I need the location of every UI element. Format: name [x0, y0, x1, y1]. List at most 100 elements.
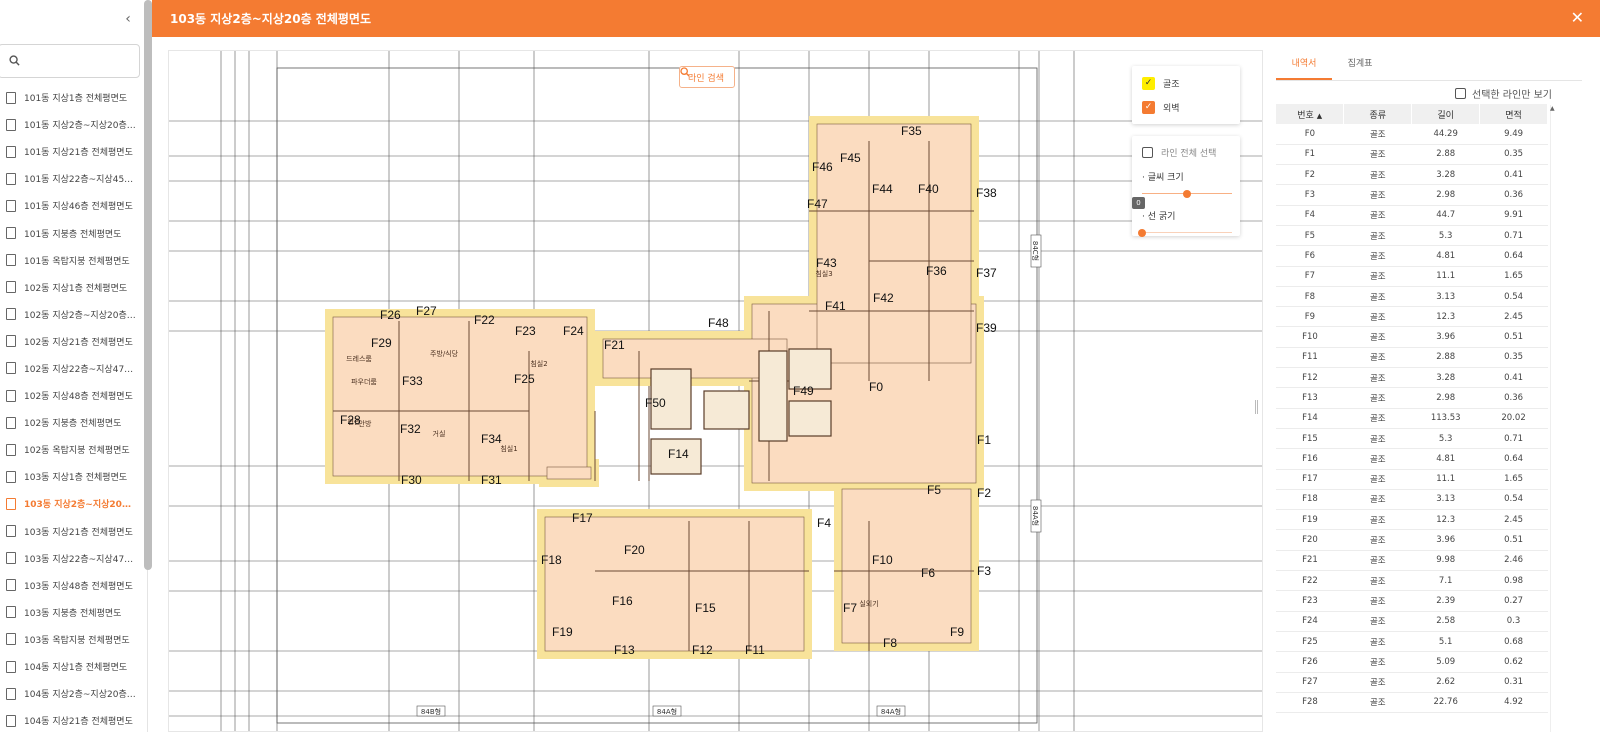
document-icon	[6, 497, 16, 510]
sidebar-item[interactable]: 101동 지상1층 전체평면도	[0, 84, 147, 111]
table-row[interactable]: F19 골조 12.3 2.45	[1276, 509, 1548, 531]
sidebar-item[interactable]: 102동 지상48층 전체평면도	[0, 382, 147, 409]
checkbox[interactable]	[1142, 146, 1153, 158]
sort-asc-icon[interactable]: ▲	[1317, 112, 1322, 120]
sidebar-item[interactable]: 103동 지상48층 전체평면도	[0, 572, 147, 599]
sidebar-item-label: 101동 지상1층 전체평면도	[24, 94, 128, 105]
sidebar-item[interactable]: 102동 옥탑지붕 전체평면도	[0, 436, 147, 463]
line-search-button[interactable]: 라인 검색	[679, 66, 735, 88]
search-input[interactable]	[27, 51, 133, 71]
line-width-slider[interactable]	[1138, 228, 1232, 238]
column-header-length[interactable]: 길이	[1411, 104, 1481, 124]
only-selected-toggle[interactable]: 선택한 라인만 보기	[1455, 86, 1552, 101]
table-row[interactable]: F7 골조 11.1 1.65	[1276, 266, 1548, 287]
sidebar-item[interactable]: 101동 옥탑지붕 전체평면도	[0, 247, 147, 274]
sidebar-item[interactable]: 103동 지상22층~지상47층 전체평면도	[0, 545, 147, 572]
legend-frame[interactable]: ✓ 골조	[1132, 71, 1240, 95]
core-shaft	[758, 350, 788, 442]
table-row[interactable]: F22 골조 7.1 0.98	[1276, 570, 1548, 592]
sidebar-item[interactable]: 102동 지붕층 전체평면도	[0, 409, 147, 436]
sidebar-item[interactable]: 103동 지상1층 전체평면도	[0, 463, 147, 490]
table-row[interactable]: F14 골조 113.53 20.02	[1276, 408, 1548, 429]
sidebar-item[interactable]: 101동 지상22층~지상45층 전체평면도	[0, 165, 147, 192]
table-row[interactable]: F10 골조 3.96 0.51	[1276, 326, 1548, 348]
table-row[interactable]: F26 골조 5.09 0.62	[1276, 651, 1548, 673]
sidebar-item[interactable]: 103동 지상2층~지상20층 전체평면도	[0, 490, 147, 517]
table-row[interactable]: F28 골조 22.76 4.92	[1276, 692, 1548, 714]
table-row[interactable]: F13 골조 2.98 0.36	[1276, 387, 1548, 409]
table-cell: F5	[1276, 225, 1344, 247]
sidebar-item[interactable]: 101동 지상2층~지상20층 전체평면도	[0, 111, 147, 138]
dialog-header: 103동 지상2층~지상20층 전체평면도 ✕	[152, 0, 1600, 37]
table-cell: F25	[1276, 631, 1344, 653]
sidebar-item-label: 103동 지상48층 전체평면도	[24, 581, 133, 592]
table-row[interactable]: F15 골조 5.3 0.71	[1276, 428, 1548, 450]
table-row[interactable]: F11 골조 2.88 0.35	[1276, 347, 1548, 369]
sidebar-item[interactable]: 102동 지상2층~지상20층 전체평면도	[0, 301, 147, 328]
table-row[interactable]: F21 골조 9.98 2.46	[1276, 550, 1548, 572]
column-header-number[interactable]: 번호 ▲	[1276, 104, 1345, 124]
table-row[interactable]: F24 골조 2.58 0.3	[1276, 611, 1548, 632]
table-cell: 0.71	[1479, 225, 1548, 247]
table-row[interactable]: F9 골조 12.3 2.45	[1276, 306, 1548, 328]
table-row[interactable]: F3 골조 2.98 0.36	[1276, 184, 1548, 206]
table-cell: 2.46	[1479, 550, 1548, 572]
table-row[interactable]: F20 골조 3.96 0.51	[1276, 529, 1548, 551]
table-row[interactable]: F27 골조 2.62 0.31	[1276, 672, 1548, 693]
floor-plan-drawing[interactable]: 84B형 84A형 84A형84C형84A형주방/식당거실침실1침실2침실3현관드레…	[169, 51, 1263, 732]
column-header-area[interactable]: 면적	[1479, 104, 1548, 124]
sidebar-scrollbar[interactable]	[144, 0, 152, 570]
sidebar-item[interactable]: 103동 지붕층 전체평면도	[0, 599, 147, 626]
resize-handle[interactable]	[1255, 400, 1258, 414]
font-size-slider[interactable]	[1142, 189, 1232, 199]
sidebar-item[interactable]: 101동 지붕층 전체평면도	[0, 219, 147, 246]
check-icon[interactable]: ✓	[1142, 100, 1155, 114]
table-row[interactable]: F0 골조 44.29 9.49	[1276, 124, 1548, 145]
table-row[interactable]: F6 골조 4.81 0.64	[1276, 245, 1548, 267]
table-cell: 골조	[1343, 205, 1412, 226]
checkbox[interactable]	[1455, 88, 1467, 99]
table-row[interactable]: F17 골조 11.1 1.65	[1276, 469, 1548, 490]
table-cell: 골조	[1343, 367, 1412, 389]
table-row[interactable]: F16 골조 4.81 0.64	[1276, 448, 1548, 470]
table-cell: 22.76	[1411, 692, 1480, 714]
slider-thumb[interactable]	[1183, 190, 1191, 198]
legend-exterior-wall[interactable]: ✓ 외벽	[1132, 95, 1240, 119]
sidebar-item[interactable]: 103동 옥탑지붕 전체평면도	[0, 626, 147, 653]
sidebar-item[interactable]: 104동 지상1층 전체평면도	[0, 653, 147, 680]
table-row[interactable]: F8 골조 3.13 0.54	[1276, 286, 1548, 308]
sidebar-item[interactable]: 102동 지상21층 전체평면도	[0, 328, 147, 355]
check-icon[interactable]: ✓	[1142, 76, 1155, 90]
table-cell: F12	[1276, 367, 1344, 389]
sidebar-item[interactable]: 103동 지상21층 전체평면도	[0, 518, 147, 545]
select-all-lines[interactable]: 라인 전체 선택	[1132, 140, 1240, 164]
close-icon[interactable]: ✕	[1571, 8, 1584, 27]
line-tag: F10	[872, 553, 893, 567]
table-row[interactable]: F1 골조 2.88 0.35	[1276, 144, 1548, 166]
line-tag: F17	[572, 511, 593, 525]
table-row[interactable]: F5 골조 5.3 0.71	[1276, 225, 1548, 247]
table-row[interactable]: F25 골조 5.1 0.68	[1276, 631, 1548, 653]
chevron-left-icon[interactable]: ‹	[120, 10, 136, 28]
table-row[interactable]: F2 골조 3.28 0.41	[1276, 164, 1548, 186]
tab-summary[interactable]: 집계표	[1332, 50, 1388, 80]
search-box[interactable]	[0, 44, 140, 78]
table-row[interactable]: F12 골조 3.28 0.41	[1276, 367, 1548, 389]
sidebar-item[interactable]: 102동 지상22층~지상47층 전체평면도	[0, 355, 147, 382]
slider-thumb[interactable]	[1138, 229, 1146, 237]
table-row[interactable]: F23 골조 2.39 0.27	[1276, 590, 1548, 612]
table-row[interactable]: F18 골조 3.13 0.54	[1276, 489, 1548, 511]
sidebar-item[interactable]: 101동 지상21층 전체평면도	[0, 138, 147, 165]
floor-plan-canvas[interactable]: 84B형 84A형 84A형 84C형 84A형 주방/식당 거실 침실1 침실2 침실3 현관 드레…	[168, 50, 1263, 732]
sidebar-item[interactable]: 102동 지상1층 전체평면도	[0, 274, 147, 301]
table-row[interactable]: F4 골조 44.7 9.91	[1276, 205, 1548, 226]
sidebar-item[interactable]: 101동 지상46층 전체평면도	[0, 192, 147, 219]
line-tag: F26	[380, 308, 401, 322]
sidebar-item-label: 102동 지상1층 전체평면도	[24, 283, 128, 294]
sidebar-item[interactable]: 104동 지상2층~지상20층 전체평면도	[0, 680, 147, 707]
tab-statement[interactable]: 내역서	[1276, 50, 1332, 80]
line-tag: F14	[668, 447, 689, 461]
column-header-type[interactable]: 종류	[1343, 104, 1413, 124]
table-scrollbar[interactable]	[1550, 105, 1555, 732]
sidebar-item[interactable]: 104동 지상21층 전체평면도	[0, 707, 147, 732]
